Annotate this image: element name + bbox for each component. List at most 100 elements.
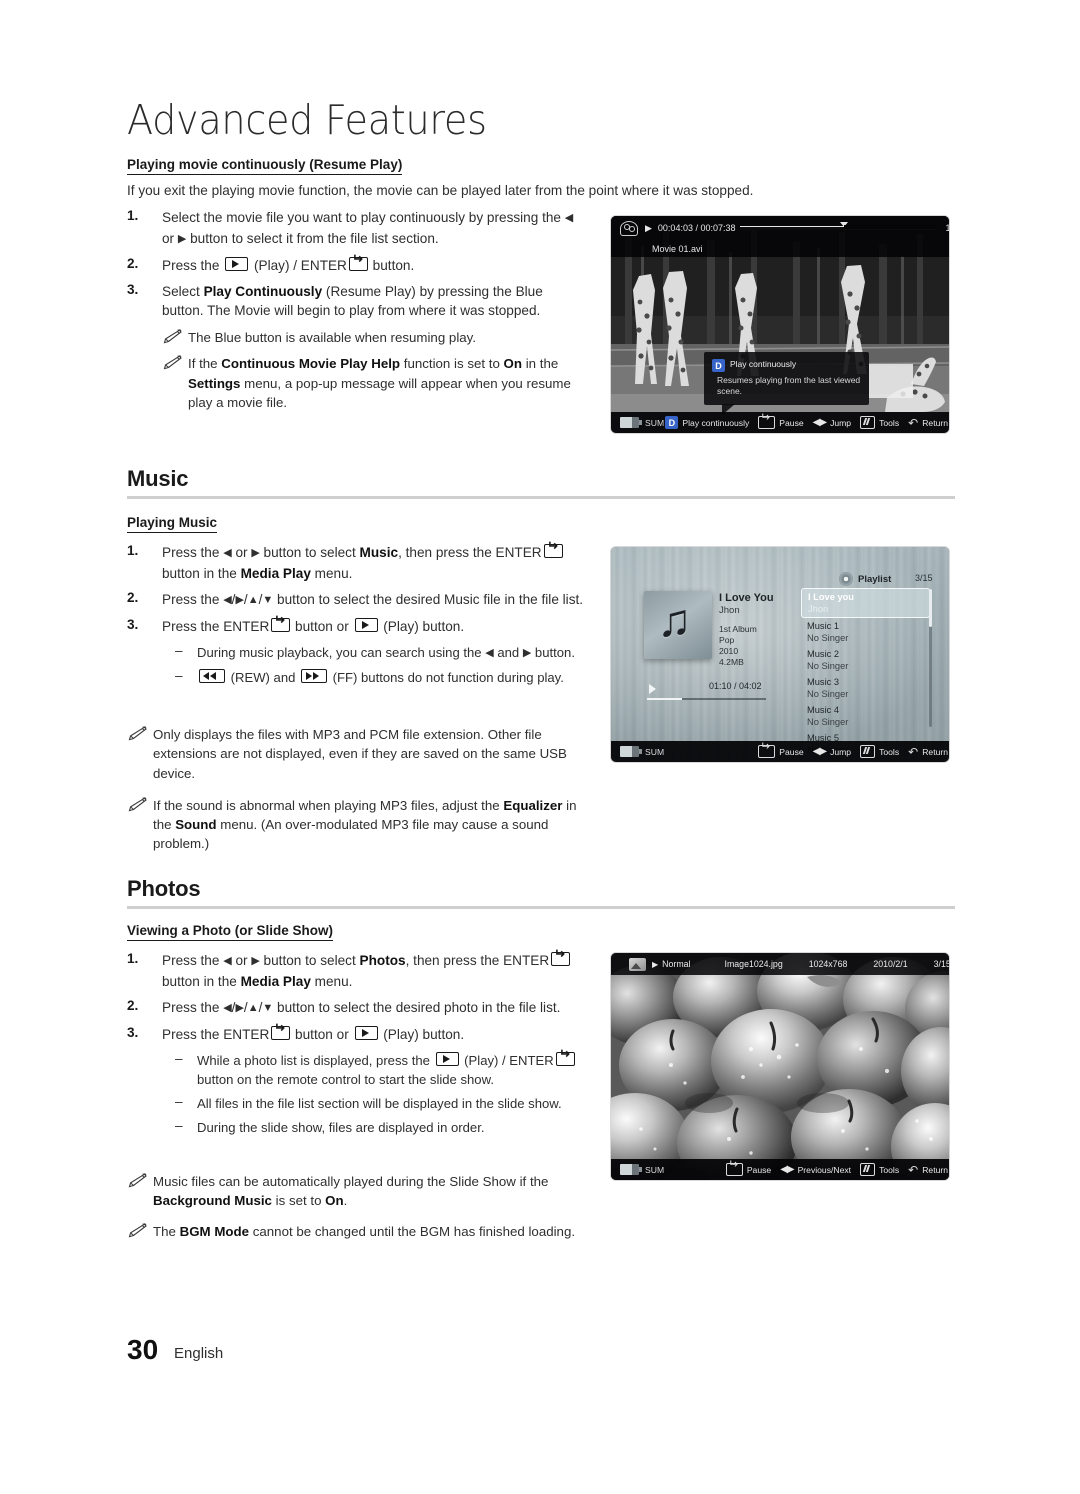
photo-viewer-screenshot: ▶ Normal Image1024.jpg 1024x768 2010/2/1…: [611, 953, 949, 1180]
playing-music-heading: Playing Music: [127, 515, 218, 533]
resume-play-heading: Playing movie continuously (Resume Play): [127, 157, 403, 175]
osd-previous-next[interactable]: ◀▶ Previous/Next: [780, 1164, 851, 1175]
enter-key-icon: [758, 416, 776, 429]
music-player-screenshot: ♫ I Love You Jhon 1st Album Pop 2010 4.2…: [611, 547, 949, 762]
movie-osd-top: ▶ 00:04:03 / 00:07:38 1/1: [611, 216, 949, 240]
movie-time: 00:04:03 / 00:07:38: [657, 223, 736, 233]
enter-key-icon: [758, 745, 776, 758]
note-item: Music files can be automatically played …: [127, 1172, 587, 1211]
list-number: 2.: [127, 255, 139, 271]
list-item[interactable]: Music 3 No Singer: [801, 674, 930, 702]
list-text: Press the ◀ or ▶ button to select Photos…: [162, 952, 571, 989]
note-text: Only displays the files with MP3 and PCM…: [153, 727, 567, 781]
osd-pause[interactable]: Pause: [725, 1163, 771, 1176]
osd-jump[interactable]: ◀▶ Jump: [813, 746, 851, 757]
dash-text: All files in the file list section will …: [197, 1095, 562, 1111]
osd-return[interactable]: ↶ Return: [908, 1164, 948, 1176]
movie-progress-bar[interactable]: [739, 222, 938, 230]
dash-marker: –: [175, 1117, 183, 1133]
track-artist: Jhon: [808, 604, 829, 614]
list-item: 1. Press the ◀ or ▶ button to select Pho…: [127, 951, 587, 991]
osd-label: Return: [922, 746, 948, 757]
list-item[interactable]: I Love you Jhon: [801, 588, 930, 618]
osd-pause[interactable]: Pause: [758, 416, 804, 429]
usb-icon: [620, 746, 642, 757]
usb-icon: [620, 1164, 642, 1175]
pencil-icon: [127, 1173, 147, 1188]
dash-item: – During music playback, you can search …: [175, 643, 587, 663]
list-number: 3.: [127, 281, 139, 297]
photo-mode-label: Normal: [662, 959, 691, 969]
music-osd-bottom: SUM Pause ◀▶ Jump Tools ↶ Return: [611, 741, 949, 762]
music-notes: Only displays the files with MP3 and PCM…: [127, 718, 587, 854]
list-item[interactable]: Music 2 No Singer: [801, 646, 930, 674]
dash-marker: –: [175, 667, 183, 683]
pencil-icon: [127, 797, 147, 812]
list-text: Press the ◀ or ▶ button to select Music,…: [162, 544, 564, 581]
osd-tools[interactable]: Tools: [860, 416, 899, 429]
popup-description: Resumes playing from the last viewed sce…: [717, 375, 861, 396]
list-text: Press the (Play) / ENTER button.: [162, 256, 414, 273]
list-item[interactable]: Music 4 No Singer: [801, 702, 930, 730]
note-item: The Blue button is available when resumi…: [162, 328, 587, 347]
osd-label: Jump: [830, 417, 852, 428]
osd-return[interactable]: ↶ Return: [908, 417, 948, 429]
playlist-label: Playlist: [858, 573, 892, 585]
resume-play-steps: 1. Select the movie file you want to pla…: [127, 208, 587, 412]
resume-popup: D Play continuously Resumes playing from…: [704, 352, 869, 415]
device-label: SUM: [645, 1164, 665, 1175]
note-text: The BGM Mode cannot be changed until the…: [153, 1223, 576, 1239]
pencil-icon: [127, 1222, 147, 1238]
note-item: Only displays the files with MP3 and PCM…: [127, 725, 587, 783]
progress-played: [739, 226, 845, 227]
play-state-icon: ▶: [652, 959, 659, 969]
device-label: SUM: [645, 417, 665, 428]
osd-jump[interactable]: ◀▶ Jump: [813, 417, 851, 428]
list-item: 3. Select Play Continuously (Resume Play…: [127, 282, 587, 321]
list-item: 1. Select the movie file you want to pla…: [127, 208, 587, 249]
usb-icon: [620, 417, 642, 428]
return-icon: ↶: [908, 1162, 919, 1177]
enter-key-icon: [271, 1025, 291, 1040]
osd-play-continuously[interactable]: D Play continuously: [665, 416, 749, 429]
osd-label: Pause: [779, 417, 804, 428]
osd-label: Pause: [779, 746, 804, 757]
list-text: Press the ENTER button or (Play) button.: [162, 617, 464, 634]
music-note-icon: ♫: [657, 594, 692, 646]
list-item: 2. Press the ◀/▶/▲/▼ button to select th…: [127, 998, 587, 1019]
play-state-icon: [649, 684, 656, 694]
movie-player-screenshot: ▶ 00:04:03 / 00:07:38 1/1 Movie 01.avi D…: [611, 216, 949, 433]
track-title: I Love you: [808, 592, 854, 602]
play-key-icon: [225, 256, 249, 271]
osd-tools[interactable]: Tools: [860, 745, 899, 758]
dash-text: During music playback, you can search us…: [197, 644, 575, 660]
movie-osd-bottom: SUM D Play continuously Pause ◀▶ Jump To…: [611, 412, 949, 433]
playlist-scrollbar[interactable]: [929, 589, 932, 727]
movie-index: 1/1: [945, 223, 949, 233]
music-progress-bar[interactable]: [647, 698, 766, 700]
list-number: 2.: [127, 589, 139, 605]
osd-return[interactable]: ↶ Return: [908, 746, 948, 758]
osd-label: Jump: [830, 746, 852, 757]
scrollbar-thumb[interactable]: [929, 589, 932, 627]
enter-key-icon: [551, 952, 571, 966]
list-number: 1.: [127, 543, 139, 558]
play-key-icon: [354, 1025, 378, 1040]
device-label: SUM: [645, 746, 665, 757]
popup-title: Play continuously: [730, 359, 797, 369]
note-item: If the Continuous Movie Play Help functi…: [162, 354, 587, 412]
dash-marker: –: [175, 1050, 183, 1066]
play-state-icon: ▶: [645, 222, 652, 233]
tools-icon: [860, 416, 876, 429]
fastforward-key-icon: [301, 668, 328, 683]
film-reel-icon: [620, 220, 638, 236]
osd-label: Tools: [879, 746, 900, 757]
list-item[interactable]: Music 1 No Singer: [801, 618, 930, 646]
osd-tools[interactable]: Tools: [860, 1163, 899, 1176]
track-title: Music 4: [807, 705, 840, 715]
osd-label: Tools: [879, 1164, 900, 1175]
page-language: English: [174, 1345, 224, 1362]
osd-pause[interactable]: Pause: [758, 745, 804, 758]
page-number: 30: [127, 1334, 159, 1365]
osd-label: Tools: [879, 417, 900, 428]
